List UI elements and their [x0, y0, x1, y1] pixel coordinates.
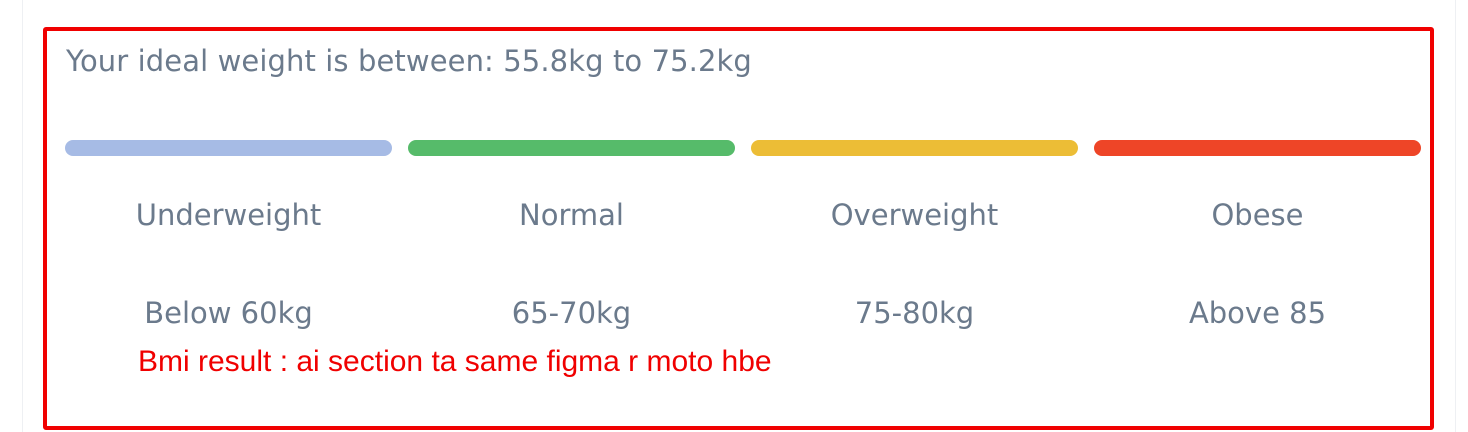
annotation-highlight-box [43, 27, 1434, 430]
page: Your ideal weight is between: 55.8kg to … [0, 0, 1468, 432]
